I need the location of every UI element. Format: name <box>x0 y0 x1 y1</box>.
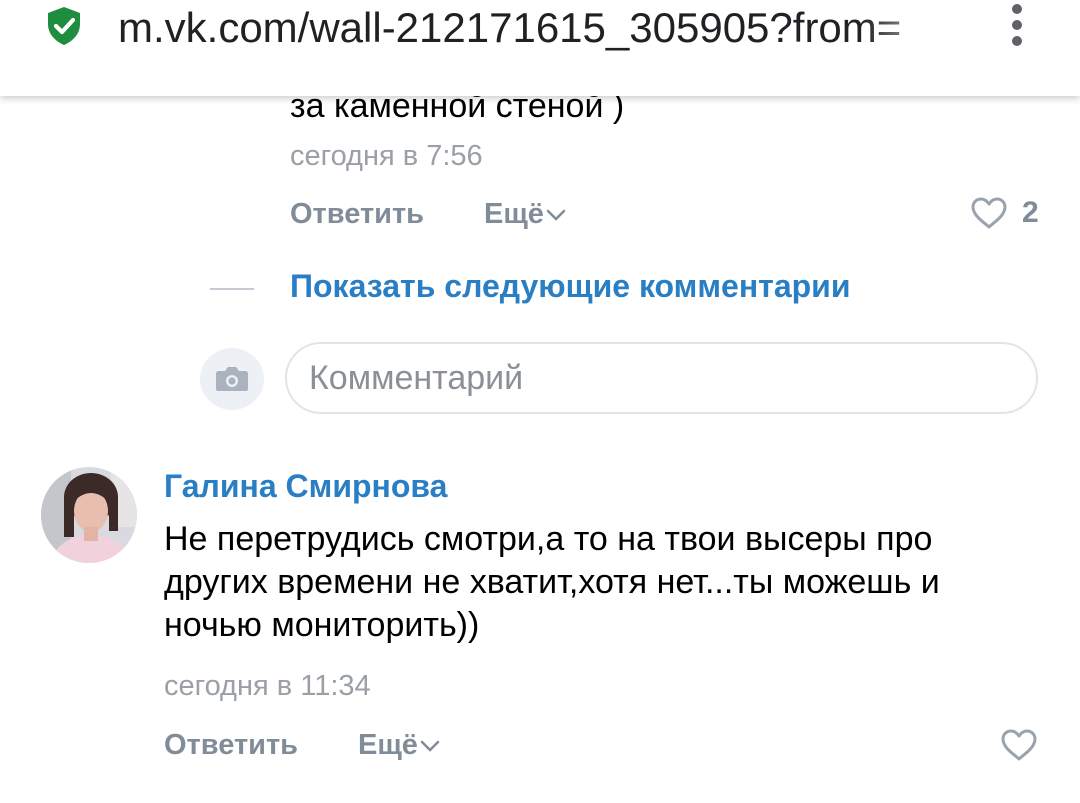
page: m.vk.com/wall-212171615_305905?from= за … <box>0 0 1080 803</box>
comment-input[interactable] <box>285 342 1038 414</box>
camera-icon <box>216 367 248 391</box>
comment-author[interactable]: Галина Смирнова <box>164 468 447 505</box>
thread-divider <box>210 288 254 290</box>
reply-button[interactable]: Ответить <box>290 198 424 231</box>
like-button[interactable] <box>1000 728 1038 762</box>
heart-icon <box>1001 729 1037 761</box>
heart-icon <box>971 197 1007 229</box>
url-text[interactable]: m.vk.com/wall-212171615_305905?from= <box>118 2 964 54</box>
attach-photo-button[interactable] <box>200 348 264 410</box>
chevron-down-icon <box>546 210 566 222</box>
like-button[interactable]: 2 <box>970 196 1039 230</box>
comment-timestamp[interactable]: сегодня в 11:34 <box>164 670 371 703</box>
browser-url-bar: m.vk.com/wall-212171615_305905?from= <box>0 0 1080 96</box>
comment-line: ночью мониторить)) <box>164 606 480 644</box>
comment-line: Не перетрудись смотри,а то на твои высер… <box>164 520 933 558</box>
more-button[interactable]: Ещё <box>484 198 566 231</box>
comment-text: Не перетрудись смотри,а то на твои высер… <box>164 518 1064 647</box>
avatar-photo <box>41 467 137 563</box>
more-button[interactable]: Ещё <box>358 729 440 762</box>
comment-timestamp[interactable]: сегодня в 7:56 <box>290 140 483 173</box>
more-label: Ещё <box>484 198 544 230</box>
like-count: 2 <box>1022 196 1039 229</box>
comment-line: других времени не хватит,хотя нет...ты м… <box>164 563 940 601</box>
shield-check-icon[interactable] <box>46 6 82 46</box>
more-label: Ещё <box>358 729 418 761</box>
chevron-down-icon <box>420 741 440 753</box>
overflow-menu-icon[interactable] <box>1004 4 1030 48</box>
show-more-comments-link[interactable]: Показать следующие комментарии <box>290 268 851 305</box>
reply-button[interactable]: Ответить <box>164 729 298 762</box>
avatar[interactable] <box>41 467 137 563</box>
